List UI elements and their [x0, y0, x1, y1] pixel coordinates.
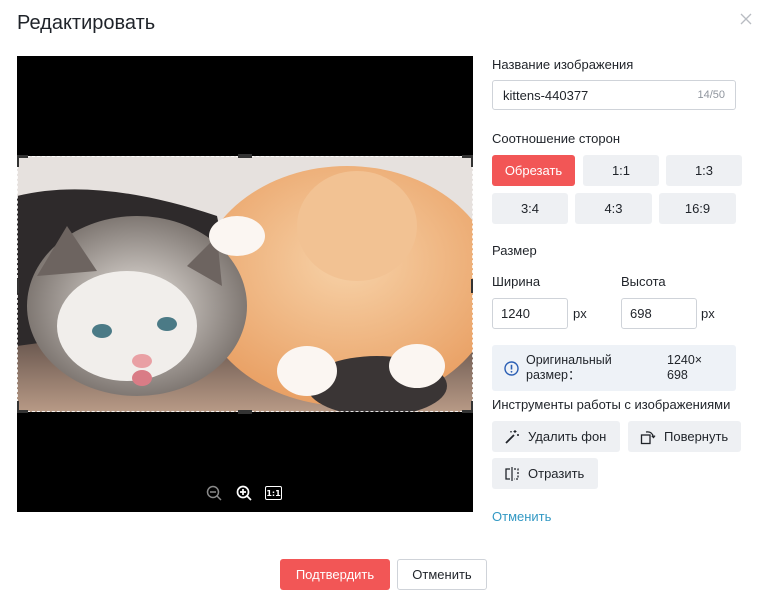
- remove-background-label: Удалить фон: [528, 429, 607, 444]
- ratio-3-4-button[interactable]: 3:4: [492, 193, 568, 224]
- original-size-label: Оригинальный размер：: [526, 353, 612, 382]
- crop-handle-bottom-right[interactable]: [462, 401, 473, 413]
- zoom-toolbar: 1:1: [205, 484, 282, 502]
- crop-handle-right[interactable]: [471, 279, 473, 293]
- confirm-button[interactable]: Подтвердить: [280, 559, 390, 590]
- height-label: Высота: [621, 274, 666, 289]
- dialog-title: Редактировать: [17, 12, 156, 34]
- crop-frame[interactable]: [17, 154, 473, 414]
- rotate-icon: [640, 429, 656, 445]
- image-name-input[interactable]: kittens-440377 14/50: [492, 80, 736, 110]
- crop-handle-top-right[interactable]: [462, 155, 473, 167]
- magic-wand-icon: [504, 429, 520, 445]
- aspect-ratio-label: Соотношение сторон: [492, 131, 621, 146]
- height-unit: px: [701, 306, 715, 321]
- char-counter: 14/50: [697, 89, 725, 101]
- ratio-crop-button[interactable]: Обрезать: [492, 155, 575, 186]
- original-size-value: 1240× 698: [667, 353, 703, 382]
- cancel-button[interactable]: Отменить: [397, 559, 487, 590]
- crop-handle-top[interactable]: [238, 154, 252, 158]
- crop-handle-top-left[interactable]: [17, 155, 28, 167]
- image-name-value: kittens-440377: [503, 87, 589, 103]
- height-input[interactable]: 698: [621, 298, 697, 329]
- info-icon: [504, 361, 519, 381]
- crop-handle-left[interactable]: [17, 279, 19, 293]
- image-canvas[interactable]: 1:1: [17, 56, 473, 512]
- flip-button[interactable]: Отразить: [492, 458, 598, 489]
- crop-handle-bottom[interactable]: [238, 410, 252, 414]
- crop-handle-bottom-left[interactable]: [17, 401, 28, 413]
- image-name-label: Название изображения: [492, 57, 634, 72]
- original-size-info: Оригинальный размер： 1240× 698: [492, 345, 736, 391]
- ratio-1-1-button[interactable]: 1:1: [583, 155, 659, 186]
- size-label: Размер: [492, 243, 537, 258]
- rotate-button[interactable]: Повернуть: [628, 421, 741, 452]
- ratio-16-9-button[interactable]: 16:9: [659, 193, 736, 224]
- width-label: Ширина: [492, 274, 541, 289]
- zoom-in-icon[interactable]: [235, 484, 253, 502]
- actual-size-button[interactable]: 1:1: [265, 486, 282, 500]
- ratio-4-3-button[interactable]: 4:3: [575, 193, 652, 224]
- flip-icon: [504, 466, 520, 482]
- rotate-label: Повернуть: [664, 429, 729, 444]
- width-unit: px: [573, 306, 587, 321]
- ratio-1-3-button[interactable]: 1:3: [666, 155, 742, 186]
- flip-label: Отразить: [528, 466, 585, 481]
- zoom-out-icon[interactable]: [205, 484, 223, 502]
- image-tools-label: Инструменты работы с изображениями: [492, 397, 731, 412]
- close-icon[interactable]: [739, 12, 755, 28]
- cancel-changes-link[interactable]: Отменить: [492, 509, 551, 524]
- width-input[interactable]: 1240: [492, 298, 568, 329]
- remove-background-button[interactable]: Удалить фон: [492, 421, 620, 452]
